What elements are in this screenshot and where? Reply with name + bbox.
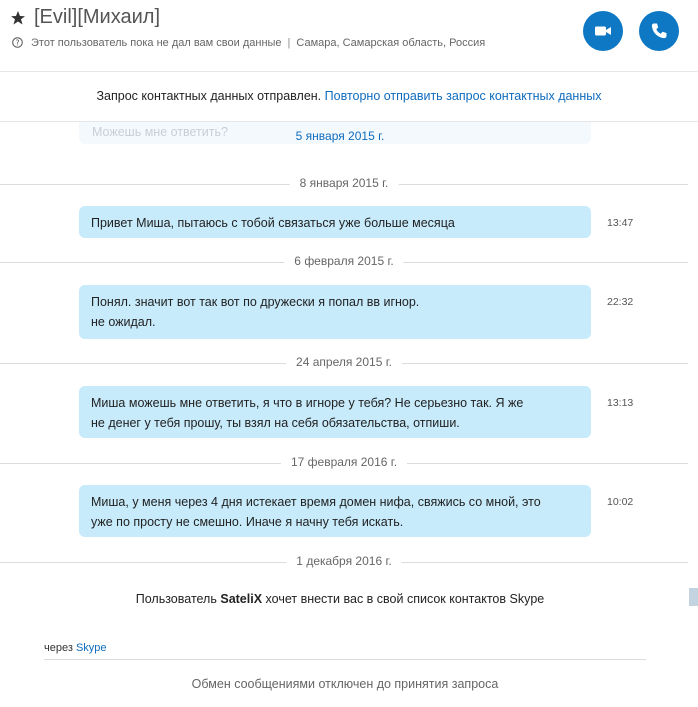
message-line: уже по просту не смешно. Иначе я начну т…	[91, 515, 404, 529]
skype-link[interactable]: Skype	[76, 642, 107, 654]
message-time: 22:32	[607, 296, 634, 308]
contact-info-row: ? Этот пользователь пока не дал вам свои…	[12, 37, 485, 49]
divider	[44, 659, 646, 660]
contact-request-notice: Запрос контактных данных отправлен. Повт…	[0, 72, 698, 122]
conversation-header: [Evil][Михаил] ? Этот пользователь пока …	[0, 0, 698, 72]
incoming-contact-request: Пользователь SateliX хочет внести вас в …	[0, 592, 680, 606]
svg-text:?: ?	[15, 38, 19, 47]
date-label: 24 апреля 2015 г.	[286, 355, 402, 369]
phone-icon	[651, 23, 667, 39]
date-label: 8 января 2015 г.	[289, 176, 399, 190]
resend-request-link[interactable]: Повторно отправить запрос контактных дан…	[325, 89, 602, 103]
floating-date-header: 5 января 2015 г.	[295, 129, 385, 143]
info-icon: ?	[12, 37, 23, 48]
star-icon[interactable]	[10, 10, 26, 26]
message-bubble[interactable]: Привет Миша, пытаюсь с тобой связаться у…	[79, 206, 591, 238]
date-separator: 6 февраля 2015 г.	[0, 254, 688, 269]
message-bubble[interactable]: Миша можешь мне ответить, я что в игноре…	[79, 386, 591, 438]
date-separator: 24 апреля 2015 г.	[0, 355, 688, 370]
message-bubble[interactable]: Миша, у меня через 4 дня истекает время …	[79, 485, 591, 537]
date-separator: 8 января 2015 г.	[0, 176, 688, 191]
date-label: 6 февраля 2015 г.	[284, 254, 404, 268]
date-separator: 17 февраля 2016 г.	[0, 455, 688, 470]
message-line: Миша, у меня через 4 дня истекает время …	[91, 495, 541, 509]
message-line: Понял. значит вот так вот по дружески я …	[91, 295, 420, 309]
date-label: 17 февраля 2016 г.	[280, 455, 408, 469]
message-line: Привет Миша, пытаюсь с тобой связаться у…	[91, 216, 455, 230]
date-separator: 1 декабря 2016 г.	[0, 554, 688, 569]
messaging-disabled-notice: Обмен сообщениями отключен до принятия з…	[191, 677, 499, 691]
audio-call-button[interactable]	[639, 11, 679, 51]
date-label: 1 декабря 2016 г.	[286, 554, 402, 568]
message-bubble[interactable]: Понял. значит вот так вот по дружески я …	[79, 285, 591, 339]
video-camera-icon	[595, 26, 611, 36]
message-time: 13:47	[607, 217, 634, 229]
request-suffix: хочет внести вас в свой список контактов…	[265, 592, 545, 606]
video-call-button[interactable]	[583, 11, 623, 51]
message-time: 13:13	[607, 397, 634, 409]
request-username[interactable]: SateliX	[220, 592, 262, 606]
via-text: через	[44, 642, 73, 654]
notice-text: Запрос контактных данных отправлен.	[96, 89, 322, 103]
message-time: 10:02	[607, 496, 634, 508]
message-line: не ожидал.	[91, 315, 156, 329]
contact-name[interactable]: [Evil][Михаил]	[34, 6, 160, 29]
via-label: через Skype	[44, 642, 107, 654]
scrollbar-thumb[interactable]	[689, 588, 698, 606]
info-separator: |	[287, 37, 291, 49]
contact-location: Самара, Самарская область, Россия	[296, 37, 486, 49]
request-prefix: Пользователь	[135, 592, 217, 606]
contact-status: Этот пользователь пока не дал вам свои д…	[31, 37, 282, 49]
message-line: не денег у тебя прошу, ты взял на себя о…	[91, 416, 460, 430]
message-line: Миша можешь мне ответить, я что в игноре…	[91, 396, 524, 410]
